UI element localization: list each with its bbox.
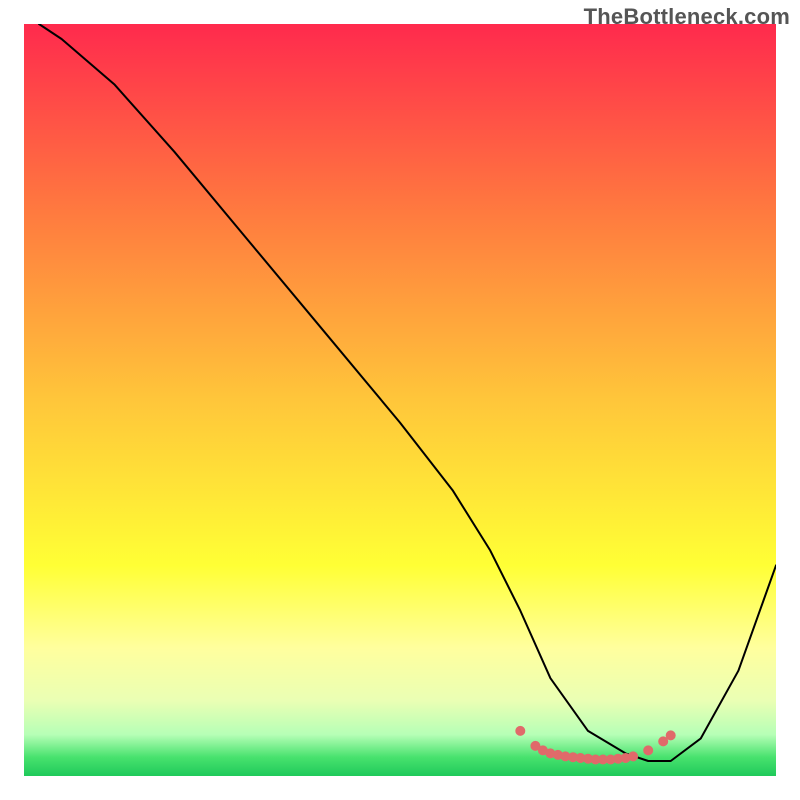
chart-container: TheBottleneck.com (0, 0, 800, 800)
plot-area (24, 24, 776, 776)
marker-dot (666, 730, 676, 740)
bottleneck-chart (24, 24, 776, 776)
marker-dot (628, 751, 638, 761)
marker-dot (515, 726, 525, 736)
chart-background (24, 24, 776, 776)
marker-dot (643, 745, 653, 755)
